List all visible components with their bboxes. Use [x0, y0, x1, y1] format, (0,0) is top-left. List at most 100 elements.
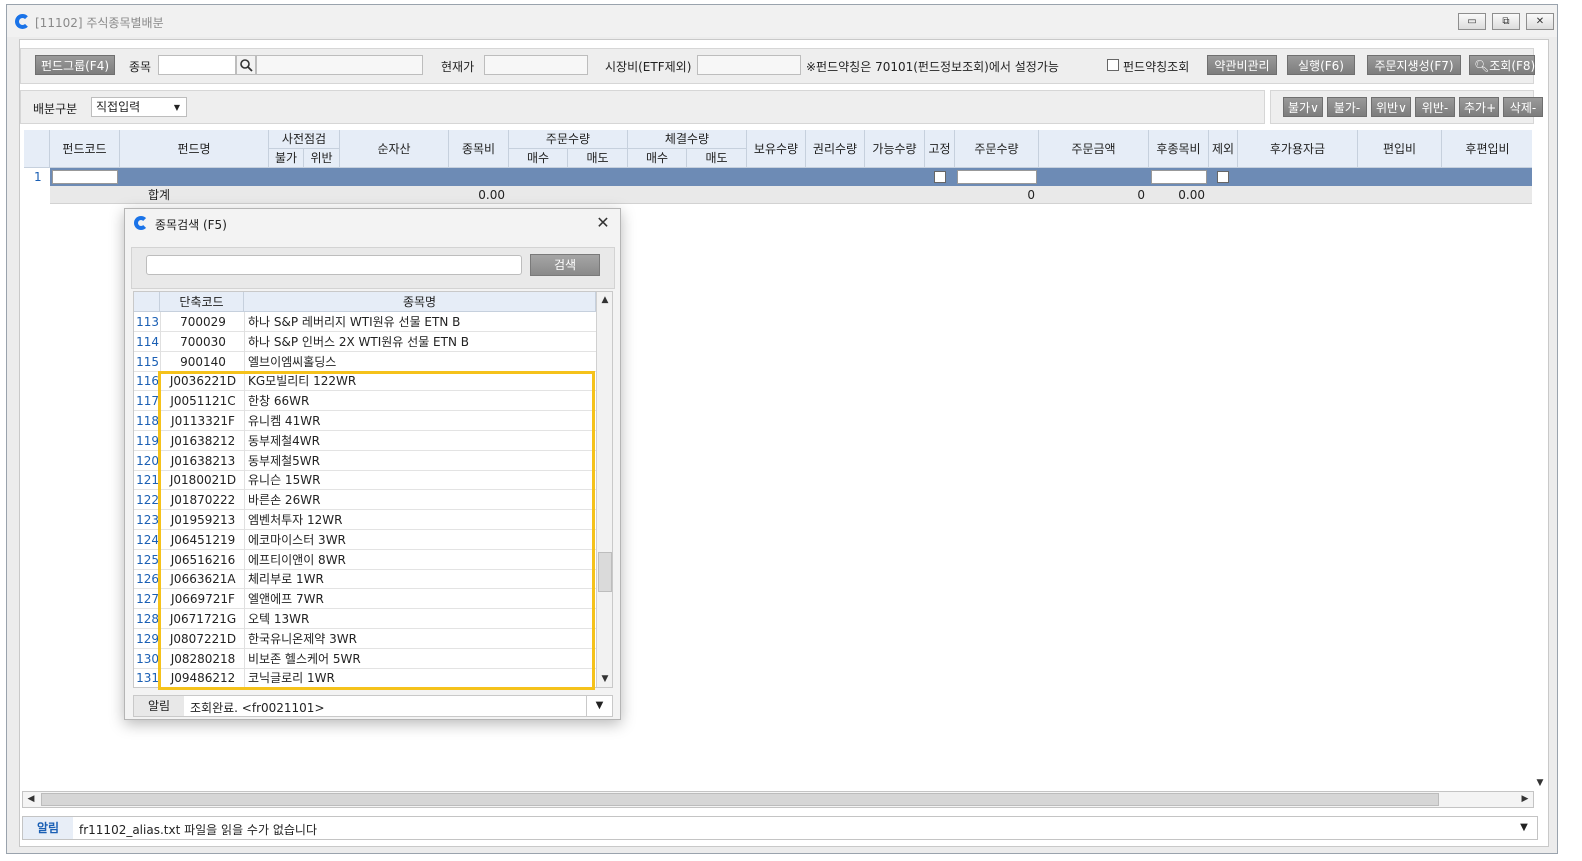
- col-order-buy: 매수: [509, 149, 568, 168]
- list-item-number: 117: [136, 394, 159, 409]
- list-item-number: 119: [136, 433, 159, 448]
- order-qty-input[interactable]: [957, 170, 1037, 184]
- violation-remove-button[interactable]: 위반-: [1415, 97, 1455, 117]
- market-cost-label: 시장비(ETF제외): [605, 60, 692, 74]
- col-fund-code: 펀드코드: [50, 130, 120, 168]
- col-fixed: 고정: [925, 130, 955, 168]
- col-pre-check: 사전점검: [269, 130, 340, 149]
- col-exec-qty: 체결수량: [628, 130, 747, 149]
- after-item-ratio-input[interactable]: [1151, 170, 1207, 184]
- list-item-number: 113: [136, 315, 159, 329]
- col-item-name: 종목명: [244, 292, 596, 312]
- sum-row: 합계 0.00 0 0 0.00: [24, 186, 1534, 204]
- item-code-input[interactable]: [158, 55, 236, 75]
- sum-item-ratio: 0.00: [478, 188, 505, 202]
- fund-code-input[interactable]: [52, 170, 118, 184]
- list-item-code: 700029: [180, 315, 226, 329]
- app-logo-icon: [15, 14, 30, 29]
- title-bar: [11102] 주식종목별배분 ▭ ⧉ ✕: [7, 5, 1557, 37]
- exclude-checkbox[interactable]: [1217, 171, 1229, 183]
- col-rights-qty: 권리수량: [806, 130, 865, 168]
- fixed-checkbox[interactable]: [934, 171, 946, 183]
- search-f8-label: 조회(F8): [1489, 59, 1536, 73]
- no-remove-button[interactable]: 불가-: [1327, 97, 1367, 117]
- status-tag: 알림: [23, 817, 73, 839]
- highlight-box: [158, 371, 595, 690]
- col-available-qty: 가능수량: [865, 130, 925, 168]
- no-toggle-button[interactable]: 불가∨: [1283, 97, 1323, 117]
- list-scroll-thumb[interactable]: [598, 552, 612, 592]
- fund-alias-checkbox[interactable]: [1107, 59, 1119, 71]
- item-search-button[interactable]: [236, 55, 256, 75]
- list-corner: [134, 292, 160, 312]
- horizontal-scroll-thumb[interactable]: [41, 793, 1439, 806]
- dialog-status-bar: 알림 조회완료. <fr0021101> ▼: [133, 695, 613, 717]
- item-label: 종목: [129, 60, 152, 74]
- dialog-search-button[interactable]: 검색: [530, 254, 600, 276]
- scroll-up-icon[interactable]: ▲: [597, 293, 612, 308]
- item-name-field: [256, 55, 423, 75]
- fund-alias-note: ※펀드약칭은 70101(펀드정보조회)에서 설정가능: [806, 60, 1059, 74]
- close-window-button[interactable]: ✕: [1526, 13, 1554, 30]
- scroll-right-icon[interactable]: ▶: [1517, 792, 1533, 807]
- list-item-number: 128: [136, 612, 159, 626]
- fee-management-button[interactable]: 약관비관리: [1207, 55, 1277, 75]
- table-row[interactable]: 1: [24, 168, 1534, 186]
- fund-group-button[interactable]: 펀드그룹(F4): [35, 55, 115, 75]
- current-price-field: [484, 55, 588, 75]
- chevron-down-icon: ▼: [173, 103, 181, 112]
- col-after-item-ratio: 후종목비: [1149, 130, 1209, 168]
- list-item-divider: [244, 312, 245, 332]
- col-pre-check-no: 불가: [269, 149, 304, 168]
- list-item-number: 126: [136, 572, 159, 587]
- col-holding-qty: 보유수량: [747, 130, 806, 168]
- search-f8-button[interactable]: 🔍︎조회(F8): [1469, 55, 1535, 75]
- list-item[interactable]: 115 900140 엘브이엠씨홀딩스: [134, 351, 596, 372]
- list-item-number: 124: [136, 532, 159, 547]
- list-item-code: 700030: [180, 334, 226, 349]
- status-message: fr11102_alias.txt 파일을 읽을 수가 없습니다: [79, 823, 317, 837]
- dialog-status-tag: 알림: [134, 696, 184, 716]
- list-item-name: 엘브이엠씨홀딩스: [248, 354, 337, 369]
- distribution-bar: 배분구분 직접입력 ▼: [20, 90, 1265, 124]
- list-item-number: 131: [136, 671, 159, 686]
- scroll-down-icon[interactable]: ▼: [597, 672, 612, 687]
- vertical-scrollbar[interactable]: ▼: [1532, 130, 1548, 788]
- col-after-incorporation-ratio: 후편입비: [1442, 130, 1534, 168]
- close-icon[interactable]: ✕: [594, 213, 612, 232]
- list-item-number: 125: [136, 552, 159, 567]
- violation-toggle-button[interactable]: 위반∨: [1371, 97, 1411, 117]
- sum-order-qty: 0: [1027, 188, 1035, 202]
- execute-button[interactable]: 실행(F6): [1287, 55, 1355, 75]
- list-item-number: 115: [136, 354, 159, 369]
- col-short-code: 단축코드: [160, 292, 244, 312]
- sum-after-item-ratio: 0.00: [1178, 188, 1205, 202]
- dialog-status-dropdown-icon[interactable]: ▼: [586, 696, 612, 716]
- add-row-button[interactable]: 추가+: [1459, 97, 1499, 117]
- order-create-button[interactable]: 주문지생성(F7): [1367, 55, 1461, 75]
- distribution-label: 배분구분: [33, 102, 78, 116]
- minimize-button[interactable]: ▭: [1458, 13, 1486, 30]
- list-item-number: 123: [136, 513, 159, 527]
- restore-button[interactable]: ⧉: [1492, 13, 1520, 30]
- status-dropdown-icon[interactable]: ▼: [1513, 817, 1535, 839]
- list-scrollbar[interactable]: ▲ ▼: [596, 292, 612, 687]
- list-item[interactable]: 114 700030 하나 S&P 인버스 2X WTI원유 선물 ETN B: [134, 331, 596, 352]
- scroll-down-icon[interactable]: ▼: [1532, 776, 1548, 791]
- col-exec-sell: 매도: [687, 149, 747, 168]
- col-exclude: 제외: [1209, 130, 1238, 168]
- col-incorporation-ratio: 편입비: [1358, 130, 1442, 168]
- delete-row-button[interactable]: 삭제-: [1503, 97, 1543, 117]
- window-title: [11102] 주식종목별배분: [35, 16, 164, 30]
- distribution-select[interactable]: 직접입력 ▼: [91, 97, 187, 117]
- horizontal-scrollbar[interactable]: ◀ ▶: [22, 791, 1534, 808]
- dialog-status-message: 조회완료. <fr0021101>: [190, 701, 325, 715]
- list-item-code: 900140: [180, 354, 226, 369]
- scroll-left-icon[interactable]: ◀: [23, 792, 39, 807]
- col-order-qty2: 주문수량: [955, 130, 1039, 168]
- list-item[interactable]: 113 700029 하나 S&P 레버리지 WTI원유 선물 ETN B: [134, 312, 596, 332]
- list-item-number: 118: [136, 414, 159, 428]
- dialog-search-input[interactable]: [146, 255, 522, 275]
- toolbar: 펀드그룹(F4) 종목 현재가 시장비(ETF제외) ※펀드약칭은 70101(…: [20, 48, 1535, 84]
- col-fund-name: 펀드명: [120, 130, 269, 168]
